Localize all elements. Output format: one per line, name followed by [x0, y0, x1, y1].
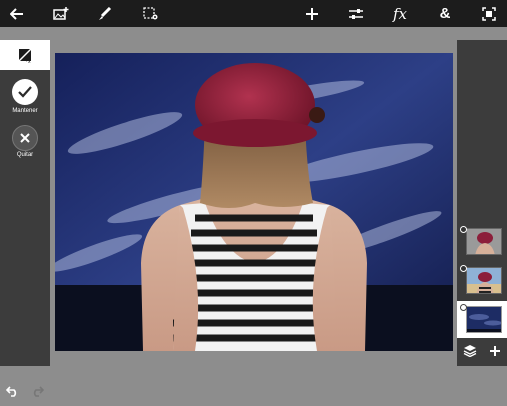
- history-controls: [0, 380, 50, 406]
- back-arrow-icon[interactable]: [2, 0, 32, 27]
- left-tool-panel: x Mantener Quitar: [0, 40, 50, 397]
- add-icon[interactable]: [297, 0, 327, 27]
- layer-1-radio[interactable]: [460, 226, 467, 233]
- layer-2-radio[interactable]: [460, 265, 467, 272]
- add-image-icon[interactable]: [46, 0, 76, 27]
- remove-label: Quitar: [16, 152, 34, 158]
- photo-canvas[interactable]: [55, 53, 453, 351]
- fullscreen-icon[interactable]: [474, 0, 504, 27]
- layer-thumb-3: [466, 306, 502, 333]
- close-icon: [20, 133, 30, 143]
- add-layer-icon[interactable]: [489, 344, 501, 362]
- top-toolbar: fx &: [0, 0, 507, 27]
- layer-thumb-2[interactable]: [466, 267, 502, 294]
- brush-icon[interactable]: [90, 0, 120, 27]
- layers-controls: [457, 340, 507, 366]
- text-icon[interactable]: &: [430, 0, 460, 27]
- remove-button[interactable]: [12, 125, 38, 151]
- text-label: &: [439, 5, 451, 22]
- keep-label: Mantener: [12, 108, 38, 114]
- layer-thumb-1[interactable]: [466, 228, 502, 255]
- check-icon: [18, 86, 32, 98]
- layers-panel: [457, 40, 507, 366]
- layers-icon[interactable]: [463, 344, 477, 362]
- layer-selected[interactable]: [457, 301, 507, 338]
- keep-button[interactable]: [12, 79, 38, 105]
- magic-eraser-icon[interactable]: x: [0, 40, 50, 70]
- composite-photo: [55, 53, 453, 351]
- fx-icon[interactable]: fx: [385, 0, 415, 27]
- fx-label: fx: [392, 4, 407, 23]
- redo-icon[interactable]: [31, 384, 45, 402]
- undo-icon[interactable]: [5, 384, 19, 402]
- selection-settings-icon[interactable]: [136, 0, 166, 27]
- adjustments-icon[interactable]: [341, 0, 371, 27]
- layer-3-radio[interactable]: [460, 304, 467, 311]
